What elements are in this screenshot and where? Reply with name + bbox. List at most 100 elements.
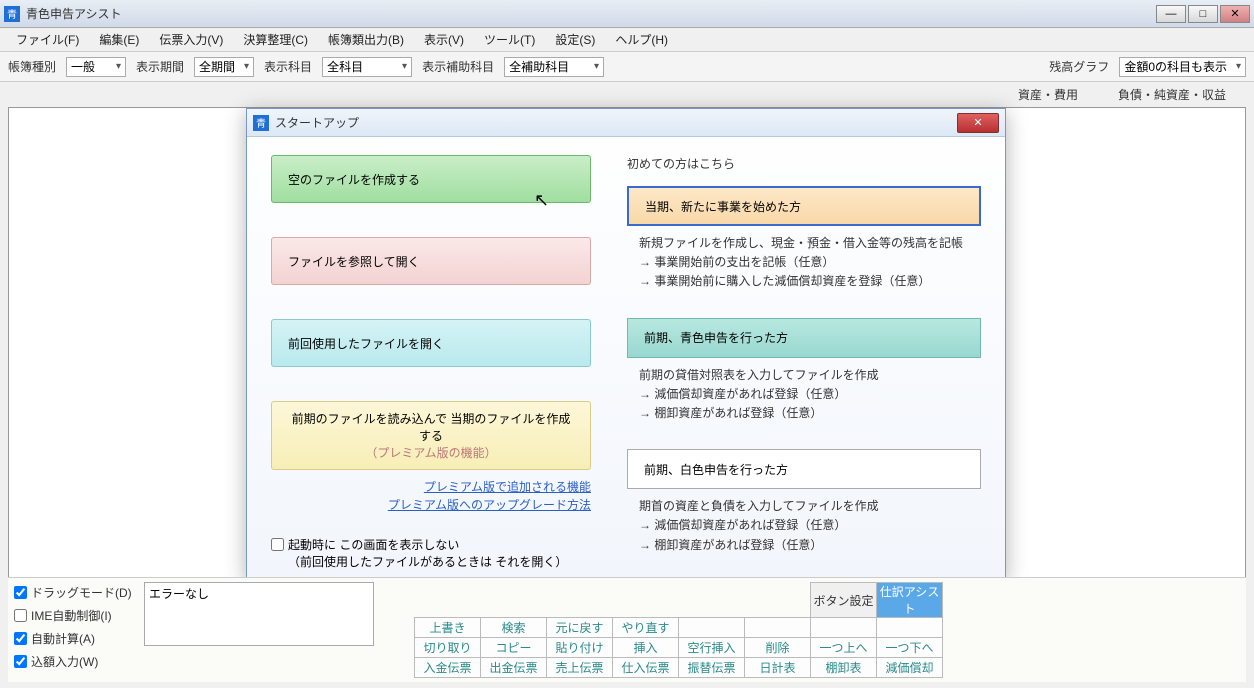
category-assets: 資産・費用 xyxy=(1018,86,1078,103)
minimize-button[interactable]: — xyxy=(1156,5,1186,23)
period-label: 表示期間 xyxy=(136,58,184,75)
grid-button[interactable]: 上書き xyxy=(415,618,481,638)
menu-item[interactable]: 決算整理(C) xyxy=(235,29,316,50)
import-prev-label-2: （プレミアム版の機能） xyxy=(288,444,574,461)
import-prev-button[interactable]: 前期のファイルを読み込んで 当期のファイルを作成する （プレミアム版の機能） xyxy=(271,401,591,470)
open-file-button[interactable]: ファイルを参照して開く xyxy=(271,237,591,285)
dialog-icon: 青 xyxy=(253,115,269,131)
grid-button[interactable]: 切り取り xyxy=(415,638,481,658)
dont-show-label: 起動時に この画面を表示しない xyxy=(288,536,567,553)
maximize-button[interactable]: □ xyxy=(1188,5,1218,23)
grid-button xyxy=(877,618,943,638)
premium-upgrade-link[interactable]: プレミアム版へのアップグレード方法 xyxy=(271,496,591,514)
menu-item[interactable]: ファイル(F) xyxy=(8,29,87,50)
grid-button xyxy=(679,618,745,638)
aux-label: 表示補助科目 xyxy=(422,58,494,75)
premium-features-link[interactable]: プレミアム版で追加される機能 xyxy=(271,478,591,496)
create-empty-button[interactable]: 空のファイルを作成する xyxy=(271,155,591,203)
subject-select[interactable]: 全科目 xyxy=(322,57,412,77)
new-business-button[interactable]: 当期、新たに事業を始めた方 xyxy=(627,186,981,226)
prev-white-desc-3: 棚卸資産があれば登録（任意） xyxy=(639,536,981,555)
dont-show-checkbox[interactable] xyxy=(271,538,284,551)
menu-item[interactable]: ツール(T) xyxy=(476,29,543,50)
drag-mode-checkbox[interactable] xyxy=(14,586,27,599)
menu-item[interactable]: 編集(E) xyxy=(91,29,147,50)
prev-white-desc-1: 期首の資産と負債を入力してファイルを作成 xyxy=(639,497,981,516)
grid-button[interactable]: 元に戻す xyxy=(547,618,613,638)
new-business-desc-2: 事業開始前の支出を記帳（任意） xyxy=(639,253,981,272)
app-icon: 青 xyxy=(4,6,20,22)
balance-label: 残高グラフ xyxy=(1049,58,1109,75)
category-row: 資産・費用 負債・純資産・収益 xyxy=(0,82,1254,103)
menubar: ファイル(F)編集(E)伝票入力(V)決算整理(C)帳簿類出力(B)表示(V)ツ… xyxy=(0,28,1254,52)
new-business-label: 当期、新たに事業を始めた方 xyxy=(645,198,801,215)
grid-button[interactable]: 貼り付け xyxy=(547,638,613,658)
ime-checkbox[interactable] xyxy=(14,609,27,622)
titlebar: 青 青色申告アシスト — □ ✕ xyxy=(0,0,1254,28)
subject-label: 表示科目 xyxy=(264,58,312,75)
ledger-select[interactable]: 一般 xyxy=(66,57,126,77)
ime-label: IME自動制御(I) xyxy=(31,607,112,624)
close-button[interactable]: ✕ xyxy=(1220,5,1250,23)
prev-blue-desc-2: 減価償却資産があれば登録（任意） xyxy=(639,385,981,404)
prev-blue-label: 前期、青色申告を行った方 xyxy=(644,329,788,346)
dialog-close-button[interactable]: ✕ xyxy=(957,113,999,133)
grid-button[interactable]: 振替伝票 xyxy=(679,658,745,678)
open-last-label: 前回使用したファイルを開く xyxy=(288,335,444,352)
import-prev-label-1: 前期のファイルを読み込んで 当期のファイルを作成する xyxy=(288,410,574,444)
grid-button[interactable]: コピー xyxy=(481,638,547,658)
grid-button[interactable]: 一つ上へ xyxy=(811,638,877,658)
new-business-desc-1: 新規ファイルを作成し、現金・預金・借入金等の残高を記帳 xyxy=(639,234,981,253)
menu-item[interactable]: 伝票入力(V) xyxy=(151,29,231,50)
prev-white-label: 前期、白色申告を行った方 xyxy=(644,461,788,478)
bottom-bar: ドラッグモード(D) IME自動制御(I) 自動計算(A) 込額入力(W) エラ… xyxy=(8,577,1246,682)
first-time-heading: 初めての方はこちら xyxy=(627,155,981,172)
grid-button xyxy=(745,618,811,638)
button-settings-header[interactable]: ボタン設定 xyxy=(811,583,877,618)
prev-blue-desc-1: 前期の貸借対照表を入力してファイルを作成 xyxy=(639,366,981,385)
open-file-label: ファイルを参照して開く xyxy=(288,253,420,270)
error-box: エラーなし xyxy=(144,582,374,646)
period-select[interactable]: 全期間 xyxy=(194,57,254,77)
grid-button[interactable]: 売上伝票 xyxy=(547,658,613,678)
grid-button[interactable]: 入金伝票 xyxy=(415,658,481,678)
prev-blue-button[interactable]: 前期、青色申告を行った方 xyxy=(627,318,981,358)
drag-mode-label: ドラッグモード(D) xyxy=(31,584,132,601)
filter-bar: 帳簿種別 一般 表示期間 全期間 表示科目 全科目 表示補助科目 全補助科目 残… xyxy=(0,52,1254,82)
window-title: 青色申告アシスト xyxy=(26,5,1156,22)
prev-white-desc-2: 減価償却資産があれば登録（任意） xyxy=(639,516,981,535)
menu-item[interactable]: ヘルプ(H) xyxy=(607,29,676,50)
grid-button[interactable]: やり直す xyxy=(613,618,679,638)
create-empty-label: 空のファイルを作成する xyxy=(288,171,420,188)
button-grid: ボタン設定仕訳アシスト上書き検索元に戻すやり直す切り取りコピー貼り付け挿入空行挿… xyxy=(414,582,943,678)
journal-assist-header[interactable]: 仕訳アシスト xyxy=(877,583,943,618)
grid-button[interactable]: 一つ下へ xyxy=(877,638,943,658)
grid-button[interactable]: 棚卸表 xyxy=(811,658,877,678)
grid-button[interactable]: 空行挿入 xyxy=(679,638,745,658)
autocalc-checkbox[interactable] xyxy=(14,632,27,645)
amount-input-label: 込額入力(W) xyxy=(31,653,98,670)
open-last-button[interactable]: 前回使用したファイルを開く xyxy=(271,319,591,367)
aux-select[interactable]: 全補助科目 xyxy=(504,57,604,77)
prev-white-button[interactable]: 前期、白色申告を行った方 xyxy=(627,449,981,489)
grid-button[interactable]: 挿入 xyxy=(613,638,679,658)
dont-show-sub: （前回使用したファイルがあるときは それを開く） xyxy=(288,553,567,570)
dialog-title: スタートアップ xyxy=(275,114,957,131)
menu-item[interactable]: 帳簿類出力(B) xyxy=(320,29,412,50)
grid-button[interactable]: 仕入伝票 xyxy=(613,658,679,678)
grid-button[interactable]: 出金伝票 xyxy=(481,658,547,678)
balance-select[interactable]: 金額0の科目も表示 xyxy=(1119,57,1246,77)
menu-item[interactable]: 設定(S) xyxy=(547,29,603,50)
grid-button[interactable]: 検索 xyxy=(481,618,547,638)
amount-input-checkbox[interactable] xyxy=(14,655,27,668)
grid-button[interactable]: 日計表 xyxy=(745,658,811,678)
prev-blue-desc-3: 棚卸資産があれば登録（任意） xyxy=(639,404,981,423)
autocalc-label: 自動計算(A) xyxy=(31,630,95,647)
startup-dialog: 青 スタートアップ ✕ 空のファイルを作成する ファイルを参照して開く 前回使用… xyxy=(246,108,1006,580)
grid-button xyxy=(811,618,877,638)
menu-item[interactable]: 表示(V) xyxy=(416,29,472,50)
grid-button[interactable]: 減価償却 xyxy=(877,658,943,678)
grid-button[interactable]: 削除 xyxy=(745,638,811,658)
category-liabilities: 負債・純資産・収益 xyxy=(1118,86,1226,103)
ledger-label: 帳簿種別 xyxy=(8,58,56,75)
